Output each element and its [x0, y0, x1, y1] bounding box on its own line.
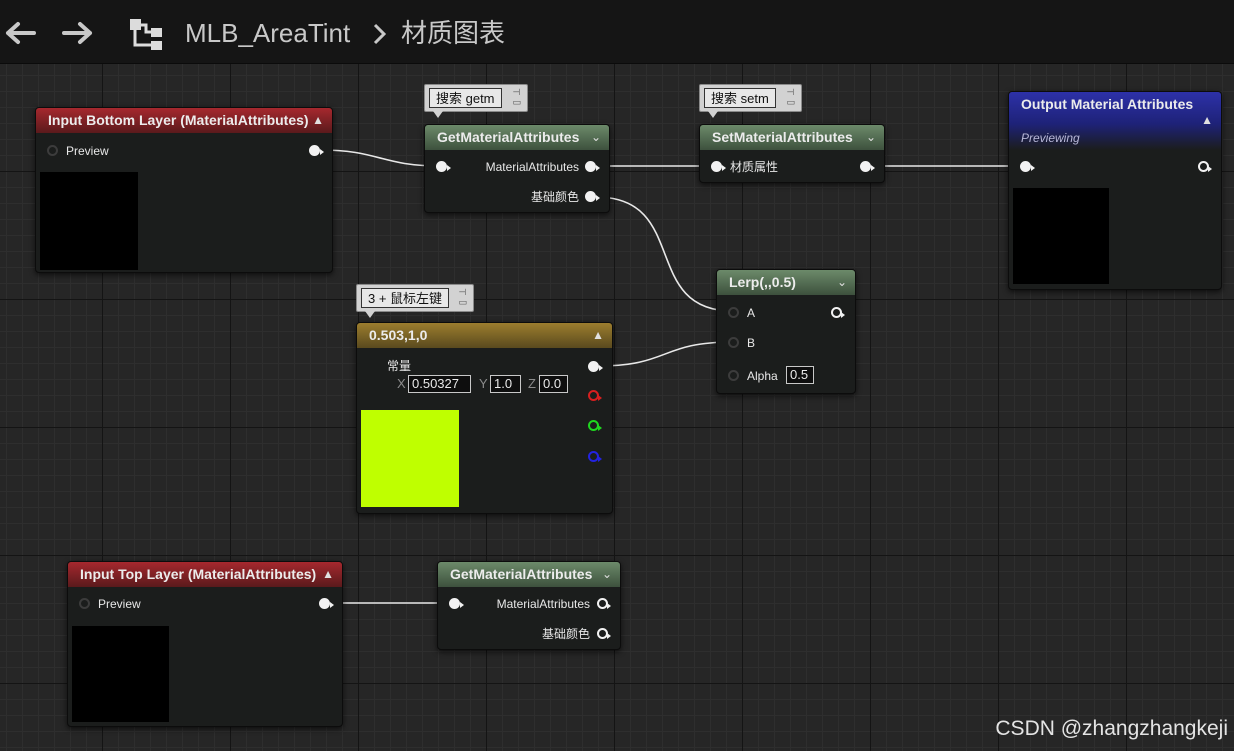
constant3vector-node[interactable]: 0.503,1,0 ▲ 常量 X 0.50327 Y 1.0 Z 0.0 [356, 322, 613, 514]
chevron-down-icon[interactable]: ⌄ [866, 129, 876, 145]
node-title-text: Output Material Attributes [1021, 96, 1194, 112]
constant-label: 常量 [387, 359, 412, 373]
green-channel-output-pin[interactable] [588, 420, 602, 431]
collapse-icon[interactable]: ▲ [1201, 112, 1213, 128]
breadcrumb-asset[interactable]: MLB_AreaTint [185, 14, 350, 52]
material-attributes-input-pin[interactable] [1020, 161, 1035, 172]
node-title[interactable]: Input Top Layer (MaterialAttributes) [68, 562, 342, 587]
pin-label: 材质属性 [730, 160, 779, 174]
pin-label: 基础颜色 [530, 190, 579, 204]
collapse-icon[interactable]: ▲ [322, 566, 334, 582]
chevron-down-icon[interactable]: ⌄ [837, 274, 847, 290]
watermark: CSDN @zhangzhangkeji [995, 717, 1228, 740]
rgb-output-pin[interactable] [588, 361, 603, 372]
red-channel-output-pin[interactable] [588, 390, 602, 401]
lerp-alpha-input-pin[interactable] [728, 370, 739, 381]
output-material-attributes-node[interactable]: Output Material Attributes Previewing ▲ [1008, 91, 1222, 290]
preview-thumbnail [1013, 188, 1109, 284]
get-material-attributes-node[interactable]: GetMaterialAttributes ⌄ MaterialAttribut… [437, 561, 621, 650]
color-swatch[interactable] [361, 410, 459, 507]
arrow-left-icon[interactable] [4, 18, 38, 48]
collapse-icon[interactable]: ▲ [592, 327, 604, 343]
comment-text: 3 + 鼠标左键 [361, 288, 450, 308]
preview-output-pin[interactable] [309, 145, 324, 156]
lerp-b-input-pin[interactable] [728, 337, 739, 348]
input-top-layer-node[interactable]: Input Top Layer (MaterialAttributes) ▲ P… [67, 561, 343, 727]
pin-icon[interactable]: ⊣ ▭ [512, 87, 521, 107]
node-title[interactable]: Input Bottom Layer (MaterialAttributes) [36, 108, 332, 133]
preview-thumbnail [72, 626, 169, 722]
material-attributes-input-pin[interactable] [711, 161, 726, 172]
x-axis-label: X [397, 376, 406, 391]
node-title[interactable]: SetMaterialAttributes [700, 125, 884, 150]
preview-input-pin[interactable] [47, 145, 58, 156]
blue-channel-output-pin[interactable] [588, 451, 602, 462]
graph-toolbar: MLB_AreaTint 材质图表 [0, 0, 1234, 64]
input-bottom-layer-node[interactable]: Input Bottom Layer (MaterialAttributes) … [35, 107, 333, 273]
breadcrumb-graph[interactable]: 材质图表 [401, 14, 505, 52]
material-attributes-input-pin[interactable] [436, 161, 451, 172]
pin-label: 基础颜色 [541, 627, 590, 641]
pin-label: Alpha [747, 369, 778, 383]
chevron-down-icon[interactable]: ⌄ [591, 129, 601, 145]
material-attributes-output-pin[interactable] [1198, 161, 1212, 172]
pin-label: A [747, 306, 756, 320]
preview-input-pin[interactable] [79, 598, 90, 609]
material-attributes-output-pin[interactable] [585, 161, 600, 172]
pin-icon[interactable]: ⊣ ▭ [458, 287, 467, 307]
y-value-field[interactable]: 1.0 [490, 375, 521, 393]
lerp-node[interactable]: Lerp(,,0.5) ⌄ A B Alpha 0.5 [716, 269, 856, 394]
base-color-output-pin[interactable] [585, 191, 600, 202]
pin-label: B [747, 336, 756, 350]
pin-label: MaterialAttributes [485, 160, 579, 174]
set-material-attributes-node[interactable]: SetMaterialAttributes ⌄ 材质属性 [699, 124, 885, 183]
shortcut-hint-comment: 3 + 鼠标左键 ⊣ ▭ [356, 284, 474, 318]
pin-icon[interactable]: ⊣ ▭ [786, 87, 795, 107]
preview-thumbnail [40, 172, 138, 270]
arrow-right-icon[interactable] [60, 18, 94, 48]
comment-text: 搜索 getm [429, 88, 502, 108]
material-graph-icon [128, 16, 164, 52]
base-color-output-pin[interactable] [597, 628, 611, 639]
node-title[interactable]: GetMaterialAttributes [438, 562, 620, 587]
material-attributes-input-pin[interactable] [449, 598, 464, 609]
material-attributes-output-pin[interactable] [597, 598, 611, 609]
chevron-right-icon [370, 22, 390, 46]
z-axis-label: Z [528, 376, 536, 391]
pin-label: MaterialAttributes [496, 597, 590, 611]
collapse-icon[interactable]: ▲ [312, 112, 324, 128]
search-hint-comment: 搜索 getm ⊣ ▭ [424, 84, 528, 118]
pin-label: Preview [98, 597, 141, 611]
chevron-down-icon[interactable]: ⌄ [602, 566, 612, 582]
previewing-label: Previewing [1021, 131, 1080, 145]
comment-text: 搜索 setm [704, 88, 776, 108]
node-title[interactable]: GetMaterialAttributes [425, 125, 609, 150]
search-hint-comment: 搜索 setm ⊣ ▭ [699, 84, 802, 118]
get-material-attributes-node[interactable]: GetMaterialAttributes ⌄ MaterialAttribut… [424, 124, 610, 213]
y-axis-label: Y [479, 376, 488, 391]
material-attributes-output-pin[interactable] [860, 161, 875, 172]
alpha-value-field[interactable]: 0.5 [786, 366, 814, 384]
x-value-field[interactable]: 0.50327 [408, 375, 471, 393]
lerp-output-pin[interactable] [831, 307, 845, 318]
pin-label: Preview [66, 144, 109, 158]
z-value-field[interactable]: 0.0 [539, 375, 568, 393]
lerp-a-input-pin[interactable] [728, 307, 739, 318]
preview-output-pin[interactable] [319, 598, 334, 609]
node-title[interactable]: Lerp(,,0.5) [717, 270, 855, 295]
node-title[interactable]: 0.503,1,0 [357, 323, 612, 348]
